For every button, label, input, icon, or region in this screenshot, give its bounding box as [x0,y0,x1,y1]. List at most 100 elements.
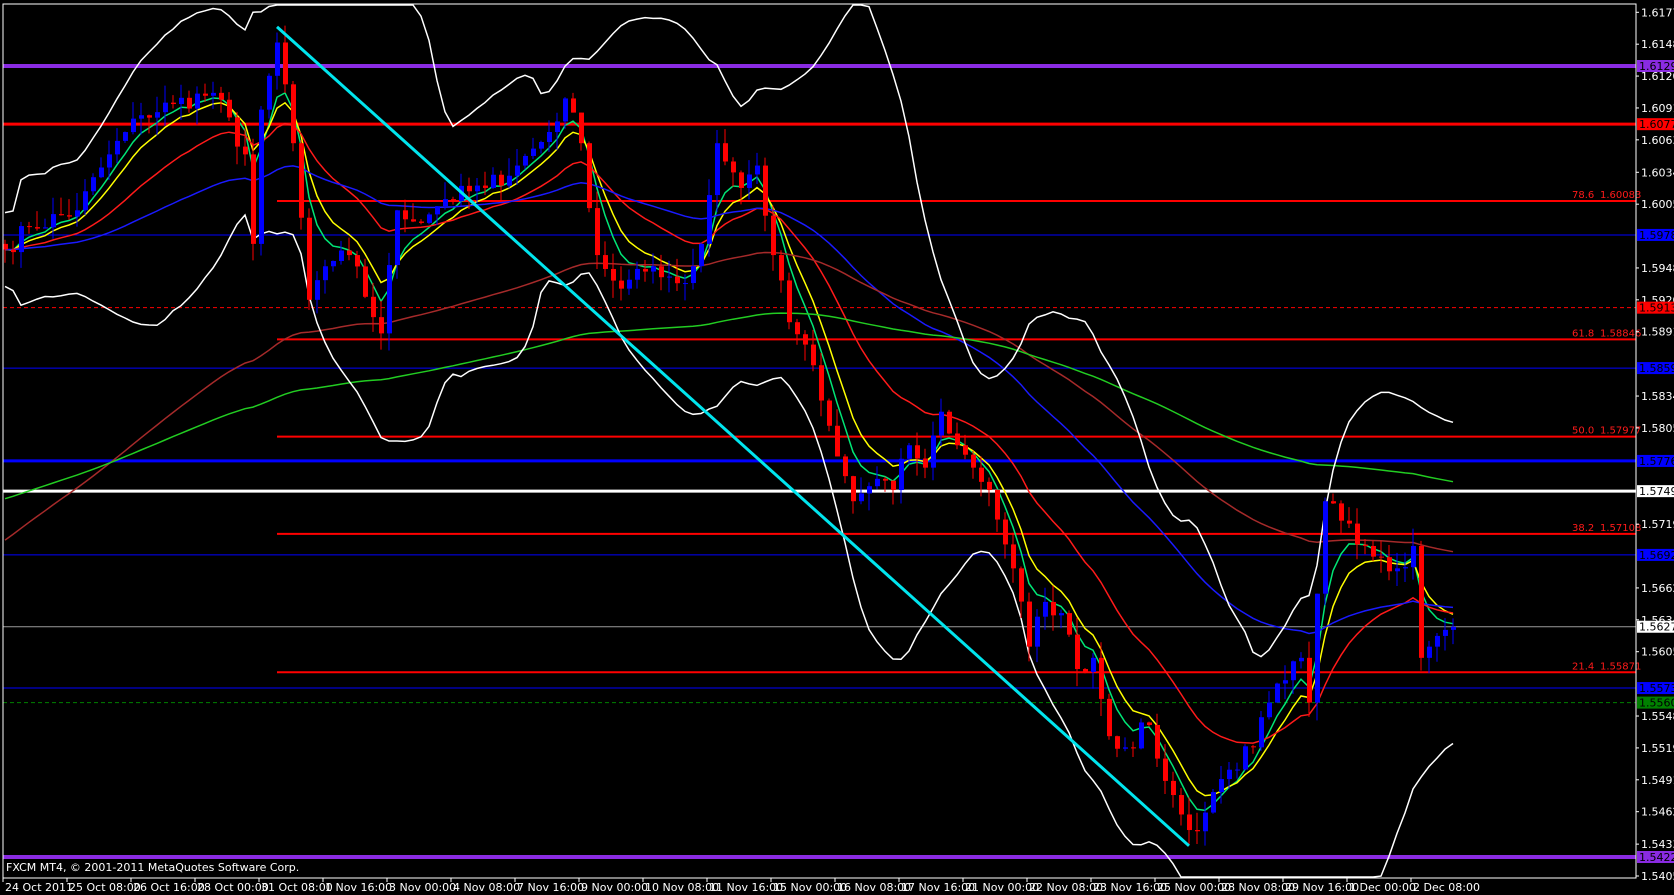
bearish-candle [299,143,304,218]
bearish-candle [251,154,256,244]
price-tag-label: 1.55730 [1639,682,1674,695]
bearish-candle [499,174,504,186]
bullish-candle [211,92,216,96]
bearish-candle [1107,698,1112,737]
bullish-candle [1211,792,1216,813]
bearish-candle [171,102,176,105]
bullish-candle [939,411,944,436]
bearish-candle [891,480,896,491]
bullish-candle [1259,717,1264,748]
bearish-candle [963,445,968,455]
bearish-candle [955,433,960,446]
price-tag-label: 1.59130 [1639,302,1674,315]
bullish-candle [691,266,696,284]
bullish-candle [1035,616,1040,647]
bearish-candle [1307,657,1312,703]
bullish-candle [1059,613,1064,616]
bearish-candle [347,250,352,256]
bullish-candle [1243,746,1248,770]
time-tick-label: 26 Oct 16:00 [133,881,205,894]
price-tick-label: 1.60630 [1641,134,1674,147]
price-tag-label: 1.57490 [1639,485,1674,498]
bearish-candle [1187,814,1192,831]
bearish-candle [403,210,408,220]
bearish-candle [819,365,824,401]
bullish-candle [323,266,328,281]
bullish-candle [19,226,24,253]
bearish-candle [587,143,592,209]
bullish-candle [747,174,752,188]
bearish-candle [1363,544,1368,546]
bullish-candle [651,266,656,272]
bullish-candle [75,210,80,217]
bullish-candle [131,118,136,133]
bearish-candle [27,226,32,228]
bullish-candle [51,214,56,228]
bearish-candle [1379,556,1384,558]
time-tick-label: 1 Nov 16:00 [325,881,392,894]
bullish-candle [1427,646,1432,658]
bullish-candle [1043,601,1048,617]
bearish-candle [35,227,40,229]
bullish-candle [99,167,104,178]
bullish-candle [1323,501,1328,594]
fib-level-percent: 61.8 [1572,328,1594,339]
time-tick-label: 4 Nov 08:00 [453,881,520,894]
fib-level-percent: 50.0 [1572,426,1594,437]
bullish-candle [875,478,880,487]
bearish-candle [1019,568,1024,602]
time-tick-label: 31 Oct 08:00 [261,881,333,894]
fib-level-percent: 78.6 [1572,190,1594,201]
price-tick-label: 1.58055 [1641,422,1674,435]
price-tag-label: 1.55600 [1639,697,1674,710]
price-tag-label: 1.54220 [1639,851,1674,864]
bullish-candle [1091,657,1096,672]
bullish-candle [627,279,632,289]
bearish-candle [1011,544,1016,569]
bullish-candle [491,174,496,188]
bullish-candle [1235,769,1240,771]
bearish-candle [1115,736,1120,749]
bearish-candle [187,97,192,109]
bearish-candle [987,481,992,491]
fib-level-price: 1.58846 [1600,328,1641,339]
price-tick-label: 1.58340 [1641,390,1674,403]
bullish-candle [907,445,912,459]
bullish-candle [1139,722,1144,749]
bearish-candle [763,165,768,216]
bearish-candle [1067,613,1072,635]
bearish-candle [203,93,208,96]
bullish-candle [931,435,936,468]
bearish-candle [1371,545,1376,557]
bearish-candle [371,296,376,318]
bearish-candle [147,115,152,118]
bullish-candle [107,154,112,168]
bullish-candle [1123,747,1128,749]
price-chart[interactable]: 78.6 1.60083 61.8 1.58846 50.0 1.57977 38.2 1.5… [0,0,1674,895]
bearish-candle [451,199,456,202]
bullish-candle [1283,680,1288,684]
bearish-candle [1339,503,1344,521]
bearish-candle [675,276,680,284]
bearish-candle [379,317,384,334]
bearish-candle [827,400,832,426]
bullish-candle [1443,629,1448,636]
bearish-candle [803,334,808,345]
bearish-candle [283,42,288,85]
price-tick-label: 1.60055 [1641,198,1674,211]
bullish-candle [475,185,480,192]
bearish-candle [1075,634,1080,670]
price-tick-label: 1.54335 [1641,838,1674,851]
bearish-candle [739,172,744,188]
fib-level-price: 1.57977 [1600,426,1641,437]
bearish-candle [1251,746,1256,748]
fib-level-percent: 21.4 [1572,661,1594,672]
bearish-candle [1147,722,1152,725]
bearish-candle [1347,520,1352,524]
bullish-candle [1435,635,1440,647]
bullish-candle [531,148,536,156]
bearish-candle [1195,830,1200,832]
bearish-candle [619,280,624,289]
bearish-candle [771,215,776,256]
time-axis[interactable]: 24 Oct 201125 Oct 08:0026 Oct 16:0028 Oc… [2,878,1480,894]
